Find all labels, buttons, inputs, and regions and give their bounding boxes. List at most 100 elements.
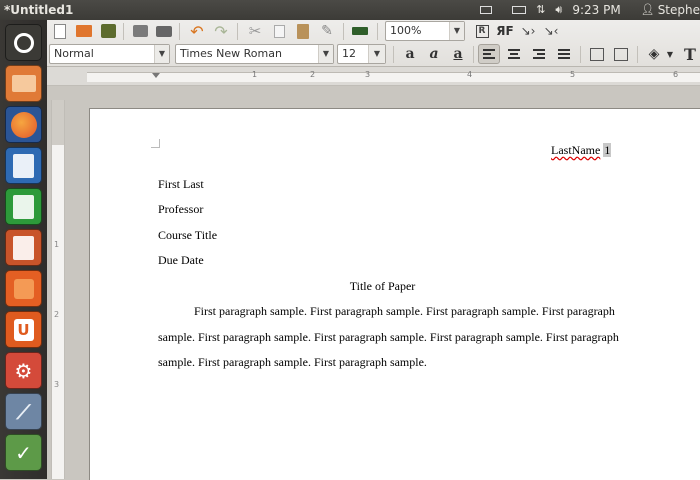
- mail-icon[interactable]: [470, 6, 493, 14]
- indent-marker-icon[interactable]: [152, 73, 160, 78]
- numbering-button[interactable]: [586, 44, 608, 64]
- dash-home-button[interactable]: [5, 24, 42, 61]
- highlight-button[interactable]: ◈: [643, 44, 665, 64]
- vertical-ruler[interactable]: 1 2 3: [51, 100, 65, 479]
- system-settings-launcher[interactable]: ⚙: [5, 352, 42, 389]
- system-tray: ⇅ 🔊︎ 9:23 PM 👤︎ Stephe: [460, 0, 700, 20]
- toolbar-separator: [343, 23, 344, 40]
- font-size-select[interactable]: 12 ▼: [337, 44, 386, 64]
- student-name-line[interactable]: First Last: [158, 177, 204, 192]
- battery-icon[interactable]: [502, 6, 527, 14]
- impress-launcher[interactable]: [5, 229, 42, 266]
- paragraph-style-value: Normal: [54, 47, 94, 60]
- network-icon[interactable]: ⇅: [536, 0, 545, 20]
- font-name-value: Times New Roman: [180, 47, 282, 60]
- track-changes-button[interactable]: ↘›: [517, 21, 539, 41]
- header-page-number: 1: [603, 143, 612, 157]
- toolbar-separator: [393, 46, 394, 63]
- paintbrush-icon: ✎: [321, 23, 333, 39]
- clone-formatting-button[interactable]: ✎: [316, 21, 338, 41]
- field-shading-button[interactable]: ЯF: [494, 21, 516, 41]
- underline-button[interactable]: a: [447, 44, 469, 64]
- draw-app-icon: ⟋: [16, 399, 31, 424]
- calc-launcher[interactable]: [5, 188, 42, 225]
- toolbar-separator: [473, 46, 474, 63]
- undo-button[interactable]: ↶: [186, 21, 208, 41]
- zoom-select[interactable]: 100% ▼: [385, 21, 465, 41]
- align-right-icon: [533, 49, 545, 59]
- ruler-number: 2: [310, 70, 316, 79]
- software-center-launcher[interactable]: [5, 270, 42, 307]
- app-launcher-2[interactable]: ✓: [5, 434, 42, 471]
- toolbar-separator: [377, 23, 378, 40]
- new-document-button[interactable]: [49, 21, 71, 41]
- ruler-number: 1: [54, 240, 60, 249]
- ruler-number: 1: [252, 70, 258, 79]
- paragraph-line[interactable]: sample. First paragraph sample. First pa…: [158, 355, 427, 370]
- document-page[interactable]: LastName 1 First Last Professor Course T…: [89, 108, 700, 480]
- cut-button[interactable]: ✂: [244, 21, 266, 41]
- writer-launcher[interactable]: [5, 147, 42, 184]
- ruler-number: 2: [54, 310, 60, 319]
- italic-button[interactable]: a: [423, 44, 445, 64]
- copy-button[interactable]: [268, 21, 290, 41]
- align-left-icon: [483, 49, 495, 59]
- ruler-track: [87, 72, 700, 82]
- toolbar-separator: [179, 23, 180, 40]
- toolbar-separator: [637, 46, 638, 63]
- paragraph-line[interactable]: First paragraph sample. First paragraph …: [194, 304, 615, 319]
- app-launcher-1[interactable]: ⟋: [5, 393, 42, 430]
- track-changes-icon: ↘›: [520, 24, 536, 38]
- align-center-icon: [508, 49, 520, 59]
- align-center-button[interactable]: [503, 44, 525, 64]
- chart-app-icon: ✓: [15, 440, 32, 465]
- paragraph-line[interactable]: sample. First paragraph sample. First pa…: [158, 330, 619, 345]
- bullets-button[interactable]: [610, 44, 632, 64]
- paragraph-style-select[interactable]: Normal ▼: [49, 44, 170, 64]
- user-menu[interactable]: 👤︎ Stephe: [631, 0, 700, 20]
- highlight-dropdown[interactable]: ▼: [664, 44, 676, 64]
- paste-button[interactable]: [292, 21, 314, 41]
- justify-icon: [558, 49, 570, 59]
- insert-field-icon: R: [475, 24, 489, 38]
- professor-line[interactable]: Professor: [158, 202, 203, 217]
- justify-button[interactable]: [553, 44, 575, 64]
- due-date-line[interactable]: Due Date: [158, 253, 204, 268]
- reject-changes-button[interactable]: ↘‹: [540, 21, 562, 41]
- align-left-button[interactable]: [478, 44, 500, 64]
- insert-field-button[interactable]: R: [471, 21, 493, 41]
- page-header[interactable]: LastName 1: [551, 143, 612, 158]
- horizontal-ruler[interactable]: 1 2 3 4 5 6: [47, 67, 700, 86]
- paper-title[interactable]: Title of Paper: [90, 279, 675, 294]
- firefox-launcher[interactable]: [5, 106, 42, 143]
- files-launcher[interactable]: [5, 65, 42, 102]
- export-pdf-button[interactable]: [129, 21, 151, 41]
- ubuntu-one-launcher[interactable]: U: [5, 311, 42, 348]
- ruler-number: 5: [570, 70, 576, 79]
- reject-changes-icon: ↘‹: [543, 24, 559, 38]
- chevron-down-icon: ▼: [154, 45, 169, 63]
- spellcheck-button[interactable]: [349, 21, 371, 41]
- volume-icon[interactable]: 🔊︎: [555, 0, 562, 20]
- wrench-gear-icon: ⚙: [14, 358, 33, 383]
- open-folder-icon: [76, 25, 92, 37]
- shopping-bag-icon: [13, 278, 34, 299]
- folder-icon: [11, 75, 36, 92]
- impress-presentation-icon: [13, 235, 34, 260]
- field-shading-icon: ЯF: [496, 24, 514, 38]
- redo-button[interactable]: ↷: [210, 21, 232, 41]
- clock[interactable]: 9:23 PM: [572, 0, 620, 20]
- save-icon: [100, 24, 116, 38]
- font-color-button[interactable]: T: [679, 44, 700, 64]
- launcher: U ⚙ ⟋ ✓: [0, 20, 47, 479]
- bold-button[interactable]: a: [399, 44, 421, 64]
- top-panel: *Untitled1 ⇅ 🔊︎ 9:23 PM 👤︎ Stephe: [0, 0, 700, 20]
- print-button[interactable]: [153, 21, 175, 41]
- course-title-line[interactable]: Course Title: [158, 228, 217, 243]
- font-name-select[interactable]: Times New Roman ▼: [175, 44, 334, 64]
- firefox-icon: [10, 111, 37, 138]
- save-button[interactable]: [97, 21, 119, 41]
- open-button[interactable]: [73, 21, 95, 41]
- align-right-button[interactable]: [528, 44, 550, 64]
- export-pdf-icon: [132, 25, 148, 37]
